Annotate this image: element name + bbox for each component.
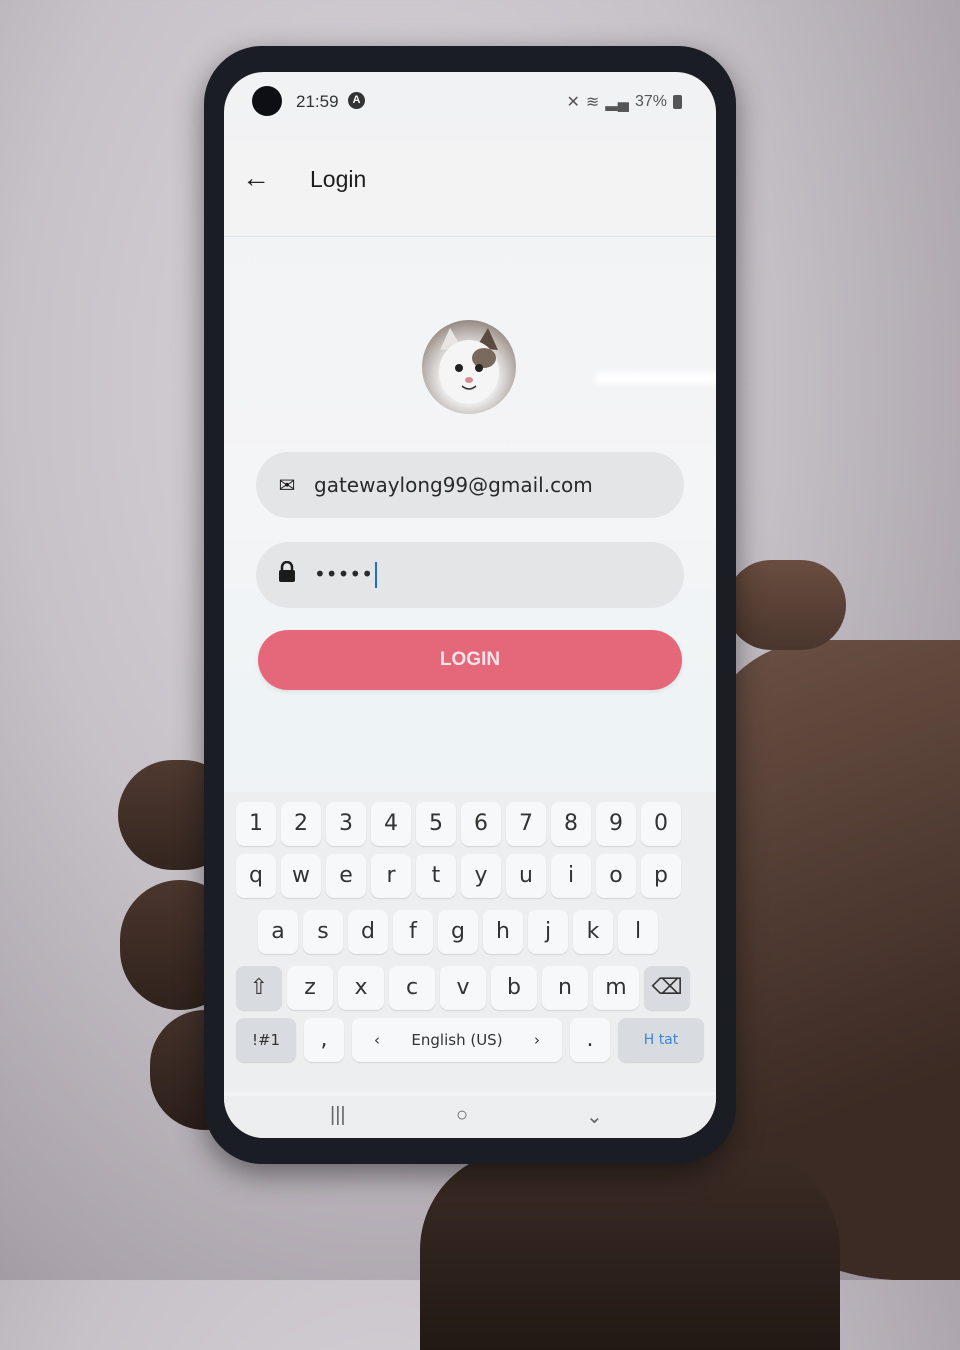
- status-time: 21:59: [296, 92, 339, 111]
- recent-apps-icon[interactable]: |||: [330, 1104, 346, 1127]
- key-j[interactable]: j: [528, 910, 568, 954]
- front-camera: [252, 86, 282, 116]
- key-t[interactable]: t: [416, 854, 456, 898]
- phone: 21:59 A ✕ ≋ ▂▄ 37% ← Login ✉ gatewaylong…: [204, 46, 736, 1164]
- backspace-key[interactable]: ⌫: [644, 966, 690, 1010]
- key-8[interactable]: 8: [551, 802, 591, 846]
- battery-icon: [673, 95, 682, 109]
- key-o[interactable]: o: [596, 854, 636, 898]
- email-value: gatewaylong99@gmail.com: [314, 473, 593, 497]
- home-icon[interactable]: ○: [456, 1104, 468, 1127]
- key-9[interactable]: 9: [596, 802, 636, 846]
- key-g[interactable]: g: [438, 910, 478, 954]
- key-0[interactable]: 0: [641, 802, 681, 846]
- envelope-icon: ✉: [278, 474, 296, 497]
- wrist: [420, 1150, 840, 1350]
- symbols-key[interactable]: !#1: [236, 1018, 296, 1062]
- text-caret: [374, 562, 377, 589]
- key-k[interactable]: k: [573, 910, 613, 954]
- login-button[interactable]: LOGIN: [258, 630, 682, 690]
- key-a[interactable]: a: [258, 910, 298, 954]
- page-title: Login: [310, 166, 367, 192]
- key-l[interactable]: l: [618, 910, 658, 954]
- key-v[interactable]: v: [440, 966, 486, 1010]
- signal-icon: ▂▄: [605, 94, 629, 111]
- key-p[interactable]: p: [641, 854, 681, 898]
- key-x[interactable]: x: [338, 966, 384, 1010]
- key-n[interactable]: n: [542, 966, 588, 1010]
- back-arrow-icon[interactable]: ←: [242, 162, 270, 194]
- key-3[interactable]: 3: [326, 802, 366, 846]
- password-dots: •••••: [314, 561, 373, 586]
- key-6[interactable]: 6: [461, 802, 501, 846]
- lang-left-icon: ‹: [374, 1031, 380, 1049]
- key-i[interactable]: i: [551, 854, 591, 898]
- key-y[interactable]: y: [461, 854, 501, 898]
- screen: 21:59 A ✕ ≋ ▂▄ 37% ← Login ✉ gatewaylong…: [224, 72, 716, 1138]
- key-q[interactable]: q: [236, 854, 276, 898]
- soft-keyboard: 1234567890 qwertyuiop asdfghjkl ⇧ z x c v b n m…: [224, 792, 716, 1092]
- action-key[interactable]: H tat: [618, 1018, 704, 1062]
- nav-back-icon[interactable]: ⌄: [586, 1104, 603, 1129]
- notification-icon: A: [348, 92, 365, 109]
- key-h[interactable]: h: [483, 910, 523, 954]
- shift-key[interactable]: ⇧: [236, 966, 282, 1010]
- key-m[interactable]: m: [593, 966, 639, 1010]
- mute-icon: ✕: [566, 94, 580, 111]
- key-4[interactable]: 4: [371, 802, 411, 846]
- key-r[interactable]: r: [371, 854, 411, 898]
- nav-bar: ||| ○ ⌄: [224, 1096, 716, 1138]
- key-d[interactable]: d: [348, 910, 388, 954]
- lang-right-icon: ›: [534, 1031, 540, 1049]
- wifi-icon: ≋: [585, 94, 600, 111]
- password-field[interactable]: •••••: [256, 542, 684, 608]
- key-1[interactable]: 1: [236, 802, 276, 846]
- space-label: English (US): [411, 1031, 503, 1049]
- status-icons: ✕ ≋ ▂▄ 37%: [567, 92, 682, 112]
- screen-glare: [594, 372, 716, 384]
- avatar: [422, 320, 516, 414]
- key-e[interactable]: e: [326, 854, 366, 898]
- key-7[interactable]: 7: [506, 802, 546, 846]
- key-z[interactable]: z: [287, 966, 333, 1010]
- thumb: [726, 560, 846, 650]
- space-key[interactable]: ‹ English (US) ›: [352, 1018, 562, 1062]
- battery-percent: 37%: [634, 93, 667, 110]
- password-value: •••••: [314, 562, 377, 589]
- key-f[interactable]: f: [393, 910, 433, 954]
- period-key[interactable]: .: [570, 1018, 610, 1062]
- key-w[interactable]: w: [281, 854, 321, 898]
- lock-icon: [274, 560, 300, 589]
- key-2[interactable]: 2: [281, 802, 321, 846]
- email-field[interactable]: ✉ gatewaylong99@gmail.com: [256, 452, 684, 518]
- key-s[interactable]: s: [303, 910, 343, 954]
- key-u[interactable]: u: [506, 854, 546, 898]
- key-b[interactable]: b: [491, 966, 537, 1010]
- app-bar: ← Login: [224, 142, 716, 237]
- key-5[interactable]: 5: [416, 802, 456, 846]
- comma-key[interactable]: ,: [304, 1018, 344, 1062]
- key-c[interactable]: c: [389, 966, 435, 1010]
